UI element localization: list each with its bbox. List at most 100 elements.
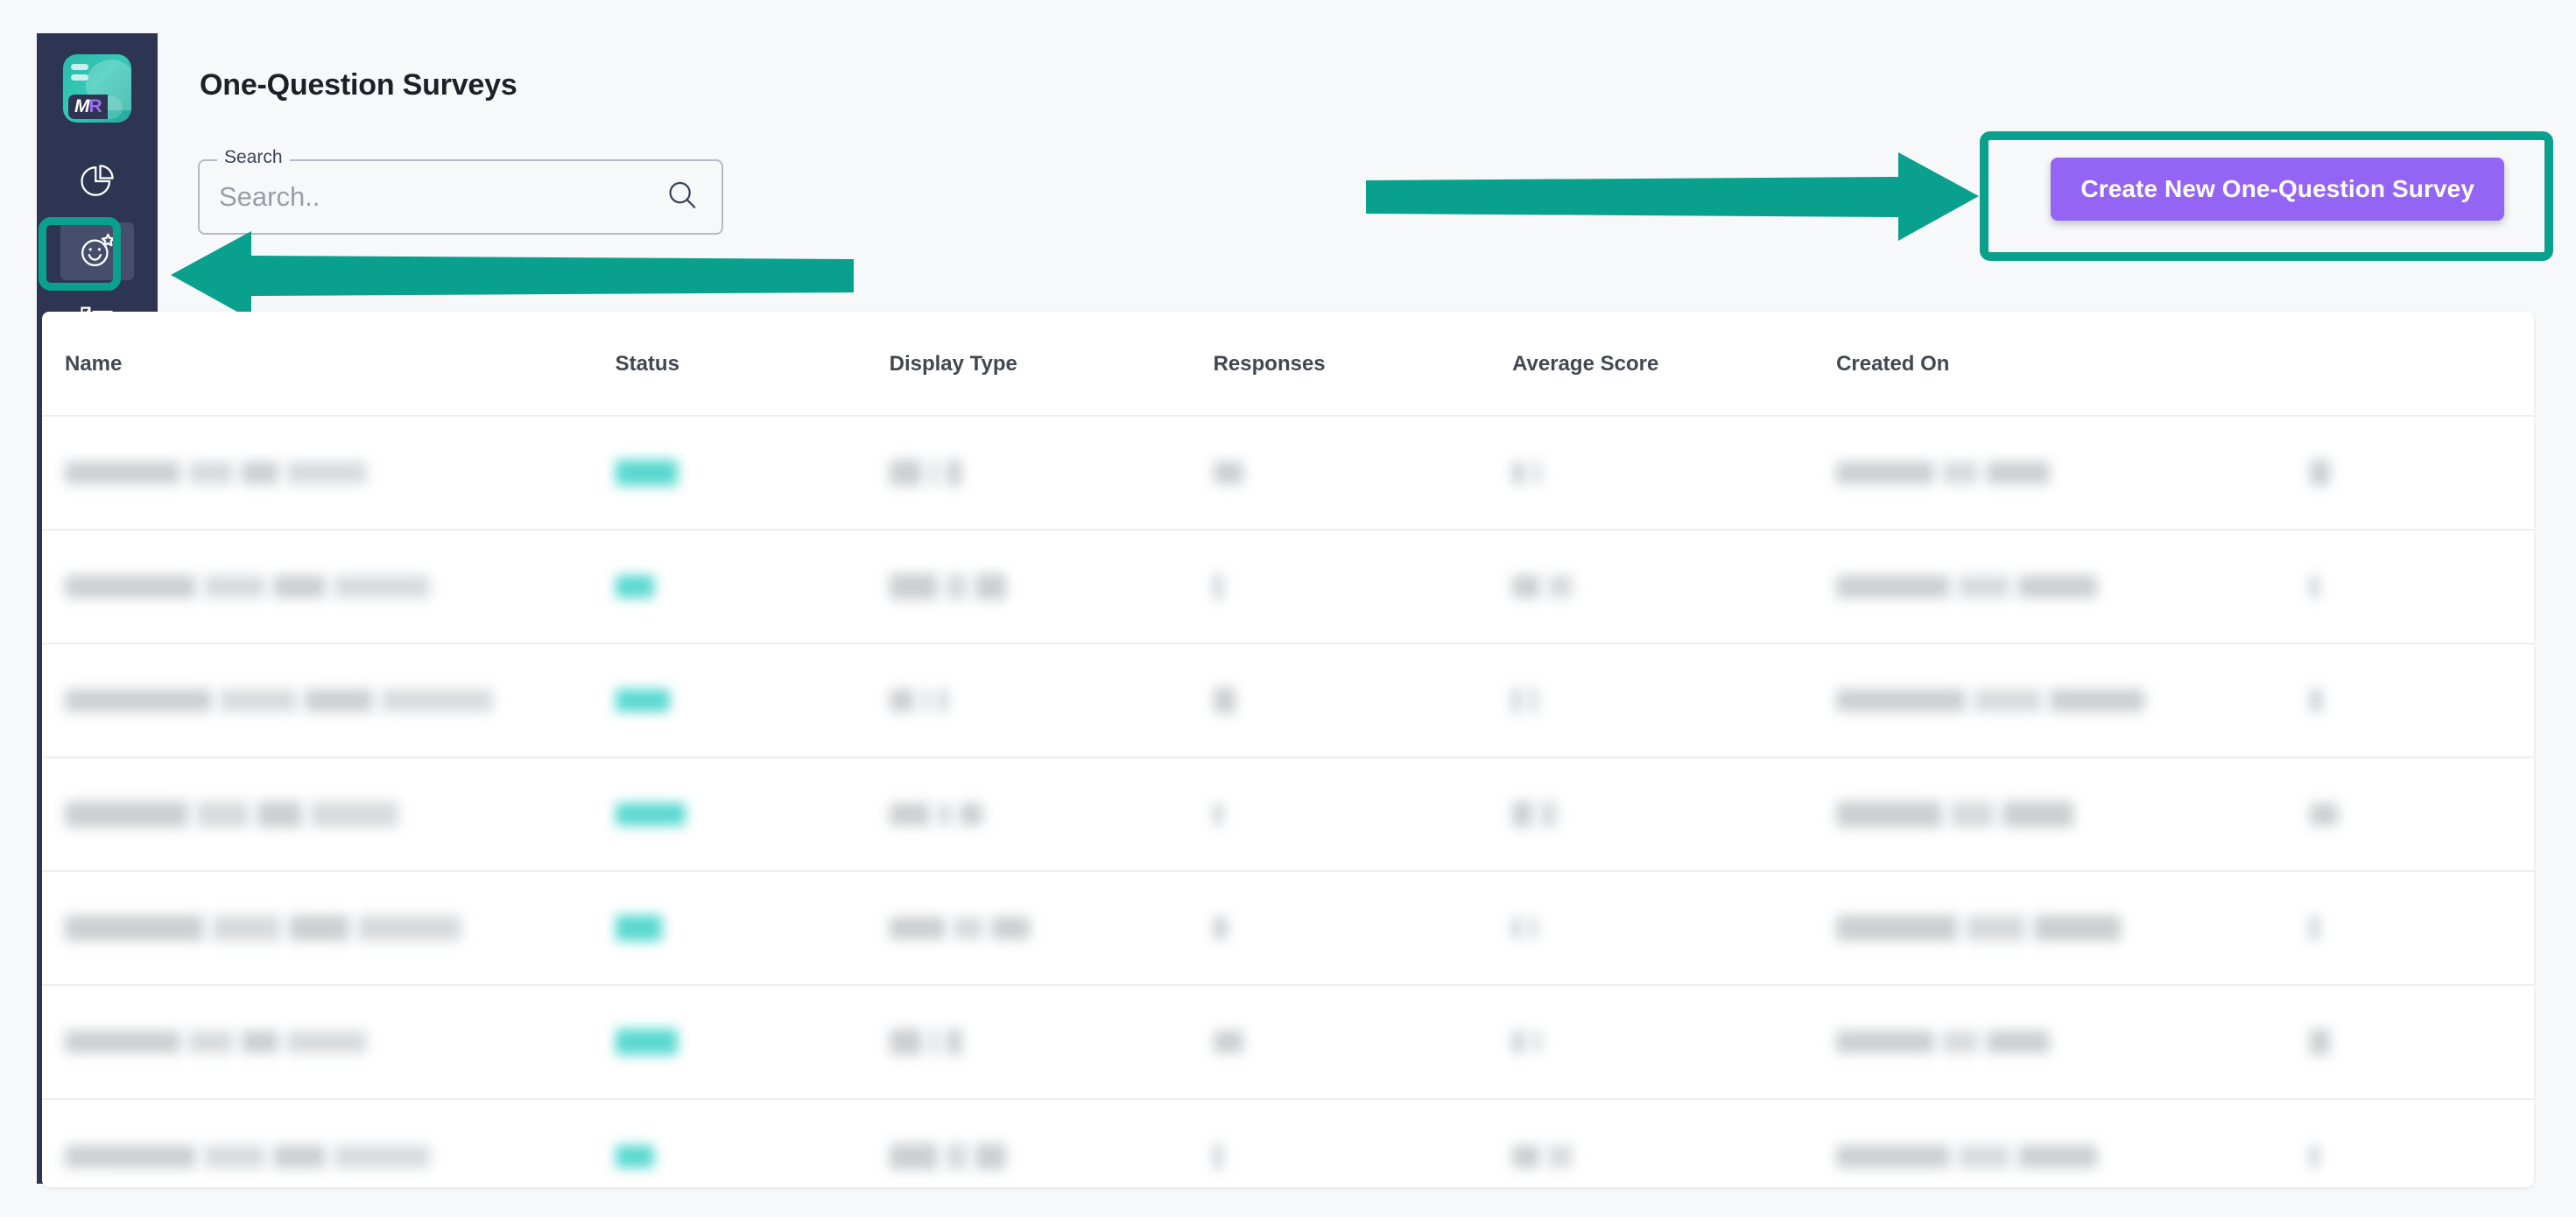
table-cell-display-type xyxy=(889,757,1214,872)
column-header-name[interactable]: Name xyxy=(42,312,616,417)
table-cell-created-on xyxy=(1836,985,2310,1100)
redacted-value xyxy=(889,573,938,600)
logo-letter-m: M xyxy=(74,96,89,116)
redacted-value xyxy=(1532,461,1542,484)
redacted-value xyxy=(2309,575,2319,598)
table-cell-created-on xyxy=(1836,644,2310,758)
sidebar-item-analytics-dashboard[interactable] xyxy=(60,152,134,210)
smiley-star-icon xyxy=(77,231,117,271)
table-cell-status xyxy=(615,757,890,872)
redacted-value xyxy=(2309,915,2319,941)
redacted-value xyxy=(305,689,373,712)
table-cell-responses xyxy=(1213,416,1513,531)
sidebar-item-one-question-surveys[interactable] xyxy=(60,222,134,280)
table-cell-name xyxy=(42,757,616,872)
table-cell-name xyxy=(42,530,616,644)
table-cell-created-on xyxy=(1836,416,2310,531)
redacted-value xyxy=(1836,1144,1951,1168)
redacted-value xyxy=(615,460,678,486)
column-header-average-score[interactable]: Average Score xyxy=(1512,312,1837,417)
redacted-value xyxy=(1942,1031,1980,1053)
redacted-value xyxy=(65,461,180,484)
table-cell-created-on xyxy=(1836,530,2310,644)
table-row[interactable] xyxy=(42,530,2534,644)
table-cell-display-type xyxy=(889,871,1214,986)
redacted-value xyxy=(1548,1144,1573,1168)
logo-wordmark: MR xyxy=(68,95,108,119)
table-body xyxy=(42,416,2534,1187)
redacted-value xyxy=(1213,1143,1222,1170)
redacted-value xyxy=(1532,1031,1542,1053)
table-cell-display-type xyxy=(889,416,1214,531)
redacted-value xyxy=(615,1144,654,1168)
redacted-value xyxy=(1512,461,1525,484)
column-header-responses[interactable]: Responses xyxy=(1213,312,1513,417)
table-row[interactable] xyxy=(42,985,2534,1100)
app-logo[interactable]: MR xyxy=(63,54,131,123)
redacted-value xyxy=(1213,573,1222,600)
redacted-value xyxy=(937,803,952,826)
redacted-value xyxy=(1213,461,1243,484)
redacted-value xyxy=(1974,689,2043,712)
table-cell-status xyxy=(615,985,890,1100)
table-row[interactable] xyxy=(42,1099,2534,1187)
redacted-value xyxy=(286,1031,367,1053)
table-cell-display-type xyxy=(889,985,1214,1100)
redacted-value xyxy=(1958,1144,2011,1168)
redacted-value xyxy=(2034,915,2122,941)
table-cell-actions xyxy=(2309,530,2534,644)
table-cell-display-type xyxy=(889,1099,1214,1187)
redacted-value xyxy=(381,689,493,712)
redacted-value xyxy=(1950,801,1995,827)
table-cell-average-score xyxy=(1512,985,1837,1100)
create-new-one-question-survey-button[interactable]: Create New One-Question Survey xyxy=(2051,158,2504,221)
table-cell-responses xyxy=(1213,1099,1513,1187)
table-row[interactable] xyxy=(42,757,2534,872)
search-input[interactable] xyxy=(200,161,721,233)
redacted-value xyxy=(1529,687,1538,714)
redacted-value xyxy=(1213,803,1222,826)
magnifier-icon[interactable] xyxy=(665,179,699,216)
redacted-value xyxy=(2018,1144,2098,1168)
table-row[interactable] xyxy=(42,416,2534,531)
table-header: Name Status Display Type Responses Avera… xyxy=(42,312,2534,417)
redacted-value xyxy=(289,915,349,941)
redacted-value xyxy=(889,917,946,939)
redacted-value xyxy=(2309,803,2338,826)
redacted-value xyxy=(1512,687,1522,714)
redacted-value xyxy=(273,575,326,598)
redacted-value xyxy=(2309,1029,2330,1055)
surveys-table-card: Name Status Display Type Responses Avera… xyxy=(42,312,2534,1187)
redacted-value xyxy=(220,689,297,712)
redacted-value xyxy=(945,1143,968,1170)
table-row[interactable] xyxy=(42,644,2534,758)
redacted-value xyxy=(1836,1031,1935,1053)
redacted-value xyxy=(889,1029,922,1055)
search-field-wrapper: Search xyxy=(198,148,723,235)
search-box[interactable] xyxy=(198,159,723,235)
redacted-value xyxy=(334,575,430,598)
redacted-value xyxy=(1836,915,1959,941)
redacted-value xyxy=(334,1144,430,1168)
table-cell-responses xyxy=(1213,644,1513,758)
redacted-value xyxy=(242,461,278,484)
column-header-display-type[interactable]: Display Type xyxy=(889,312,1214,417)
redacted-value xyxy=(273,1144,326,1168)
redacted-value xyxy=(1836,575,1951,598)
page-title: One-Question Surveys xyxy=(200,68,517,102)
column-header-created-on[interactable]: Created On xyxy=(1836,312,2310,417)
redacted-value xyxy=(1987,461,2051,484)
redacted-value xyxy=(1836,689,1967,712)
table-cell-average-score xyxy=(1512,530,1837,644)
redacted-value xyxy=(65,801,188,827)
table-cell-status xyxy=(615,416,890,531)
column-header-status[interactable]: Status xyxy=(615,312,890,417)
table-row[interactable] xyxy=(42,871,2534,986)
redacted-value xyxy=(953,917,983,939)
redacted-value xyxy=(889,460,922,486)
table-cell-name xyxy=(42,416,616,531)
table-cell-name xyxy=(42,871,616,986)
redacted-value xyxy=(1213,917,1228,939)
redacted-value xyxy=(242,1031,278,1053)
redacted-value xyxy=(1529,917,1538,939)
